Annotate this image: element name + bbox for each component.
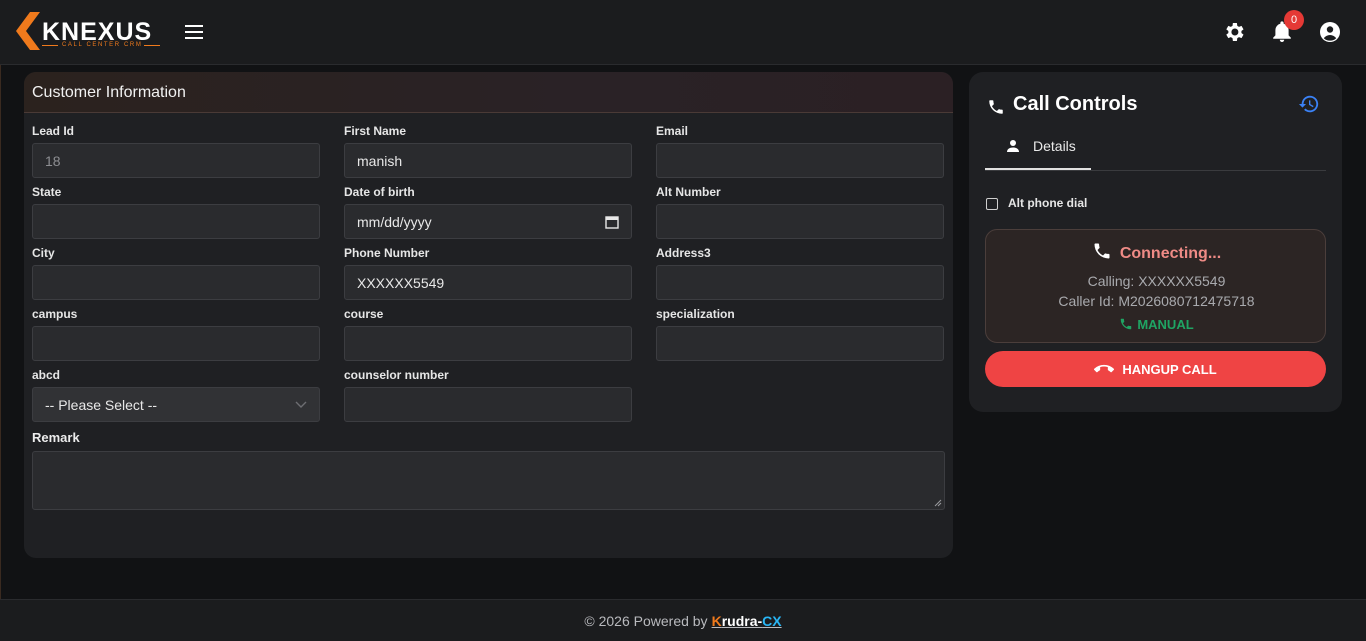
field-label: First Name (344, 124, 407, 138)
field-label: City (32, 246, 55, 260)
field-label: Lead Id (32, 124, 75, 138)
logo[interactable]: KNEXUS CALL CENTER CRM (16, 12, 166, 52)
logo-divider (144, 45, 160, 46)
select-value: -- Please Select -- (45, 396, 158, 413)
field-value: manish (357, 152, 403, 169)
phone-icon (1094, 243, 1110, 259)
top-navbar: KNEXUS CALL CENTER CRM 0 (0, 0, 1366, 65)
brand-part: CX (762, 612, 782, 629)
remark-textarea[interactable] (32, 451, 945, 510)
remark-label: Remark (32, 430, 80, 445)
field-label: Alt Number (656, 185, 721, 199)
person-icon (1007, 140, 1019, 152)
phone-icon (989, 100, 1003, 114)
tab-details[interactable]: Details (985, 132, 1091, 170)
counselor-number-field[interactable] (344, 387, 632, 422)
call-mode-text: MANUAL (1137, 317, 1194, 332)
tab-divider (985, 170, 1326, 171)
city-field[interactable] (32, 265, 320, 300)
hangup-call-button[interactable]: HANGUP CALL (985, 351, 1326, 387)
calling-number: Calling: XXXXXX5549 (1087, 273, 1226, 289)
field-value: 18 (45, 152, 61, 169)
field-label: Phone Number (344, 246, 430, 260)
field-value: XXXXXX5549 (357, 274, 445, 291)
brand-part: K (711, 612, 722, 629)
call-controls-title: Call Controls (1013, 93, 1138, 115)
field-label: counselor number (344, 368, 449, 382)
abcd-select[interactable]: -- Please Select -- (32, 387, 320, 422)
call-status-title: Connecting... (986, 241, 1327, 263)
logo-mark-icon (16, 12, 40, 50)
alt-phone-dial-checkbox[interactable] (986, 198, 998, 210)
brand-part: rudra- (721, 612, 763, 629)
email-field[interactable] (656, 143, 944, 178)
tab-details-label: Details (1033, 138, 1076, 154)
brand-link[interactable]: Krudra-CX (712, 613, 782, 629)
calendar-icon[interactable] (605, 215, 619, 229)
address3-field[interactable] (656, 265, 944, 300)
alt-number-field[interactable] (656, 204, 944, 239)
call-status-text: Connecting... (1119, 245, 1222, 262)
call-mode: MANUAL (986, 317, 1327, 332)
specialization-field[interactable] (656, 326, 944, 361)
hamburger-menu-icon[interactable] (183, 22, 205, 42)
sidebar-edge (0, 65, 1, 599)
field-value: mm/dd/yyyy (357, 213, 432, 230)
phone-number-field[interactable]: XXXXXX5549 (344, 265, 632, 300)
field-label: Email (656, 124, 689, 138)
field-label: abcd (32, 368, 61, 382)
field-label: campus (32, 307, 78, 321)
caller-id: Caller Id: M2026080712475718 (1058, 293, 1255, 309)
hangup-call-label: HANGUP CALL (1122, 361, 1217, 377)
customer-information-card: Customer Information Lead Id 18 First Na… (24, 72, 953, 558)
footer-text: © 2026 Powered by (584, 612, 708, 629)
chevron-down-icon (295, 401, 307, 408)
campus-field[interactable] (32, 326, 320, 361)
field-label: Address3 (656, 246, 711, 260)
lead-id-field[interactable]: 18 (32, 143, 320, 178)
resize-grip-icon[interactable] (934, 499, 942, 507)
date-of-birth-field[interactable]: mm/dd/yyyy (344, 204, 632, 239)
field-label: Date of birth (344, 185, 415, 199)
logo-divider (42, 45, 58, 46)
alt-phone-dial-label: Alt phone dial (1008, 196, 1088, 210)
field-label: course (344, 307, 384, 321)
state-field[interactable] (32, 204, 320, 239)
phone-icon (1121, 318, 1132, 330)
user-account-icon[interactable] (1318, 20, 1342, 44)
first-name-field[interactable]: manish (344, 143, 632, 178)
history-icon[interactable] (1298, 93, 1320, 115)
field-label: specialization (656, 307, 735, 321)
card-title: Customer Information (24, 72, 953, 113)
notification-badge: 0 (1284, 10, 1304, 30)
field-label: State (32, 185, 62, 199)
call-status-panel: Connecting... Calling: XXXXXX5549 Caller… (985, 229, 1326, 343)
footer: © 2026 Powered by Krudra-CX (0, 599, 1366, 641)
hangup-phone-icon (1094, 364, 1115, 373)
gear-icon[interactable] (1222, 20, 1246, 44)
course-field[interactable] (344, 326, 632, 361)
logo-subtitle: CALL CENTER CRM (62, 42, 143, 48)
call-controls-card: Call Controls Details Alt phone dial Con… (969, 72, 1342, 412)
